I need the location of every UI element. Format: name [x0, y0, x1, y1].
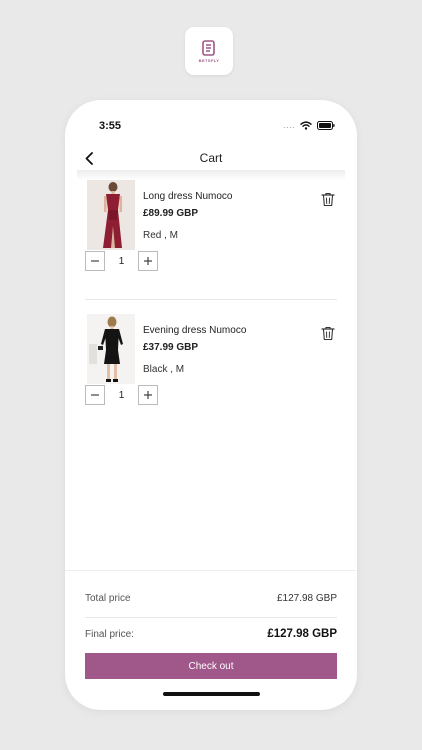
status-time: 3:55 [99, 120, 122, 132]
product-image[interactable] [87, 180, 135, 250]
product-image[interactable] [87, 314, 135, 384]
decrease-quantity-button[interactable] [85, 251, 105, 271]
product-price: £37.99 GBP [143, 342, 199, 353]
quantity-stepper: 1 [85, 385, 158, 405]
product-name: Long dress Numoco [143, 191, 233, 202]
checkout-button[interactable]: Check out [85, 653, 337, 679]
summary-divider [85, 617, 337, 618]
quantity-stepper: 1 [85, 251, 158, 271]
quantity-value: 1 [118, 255, 125, 267]
total-price-label: Total price [85, 593, 131, 604]
final-price-value: £127.98 GBP [267, 628, 337, 640]
total-price-row: Total price £127.98 GBP [85, 593, 337, 604]
increase-quantity-button[interactable] [138, 251, 158, 271]
quantity-value: 1 [118, 389, 125, 401]
trash-icon [321, 326, 335, 341]
battery-icon [317, 121, 335, 130]
status-icons: .... [283, 121, 335, 130]
signal-dots: .... [282, 120, 295, 130]
wifi-icon [300, 121, 312, 130]
plus-icon [144, 391, 152, 399]
home-indicator [163, 692, 260, 696]
app-logo-brand: BETSFLY [198, 57, 220, 63]
cart-list: Long dress Numoco £89.99 GBP Red , M 1 E… [85, 180, 337, 410]
status-bar: 3:55 .... [65, 100, 357, 144]
delete-item-button[interactable] [321, 192, 337, 208]
black-dress-image [87, 314, 135, 384]
cart-item: Evening dress Numoco £37.99 GBP Black , … [85, 300, 337, 410]
red-dress-image [87, 180, 135, 250]
final-price-row: Final price: £127.98 GBP [85, 628, 337, 640]
total-price-value: £127.98 GBP [276, 593, 337, 604]
app-logo: BETSFLY [185, 27, 233, 75]
minus-icon [91, 394, 99, 396]
cart-item: Long dress Numoco £89.99 GBP Red , M 1 [85, 180, 337, 300]
product-name: Evening dress Numoco [143, 325, 247, 336]
trash-icon [321, 192, 335, 207]
product-price: £89.99 GBP [143, 208, 199, 219]
decrease-quantity-button[interactable] [85, 385, 105, 405]
phone-frame: 3:55 .... Cart Long dress Numoco £89.99 … [65, 100, 357, 710]
page-title: Cart [199, 151, 223, 165]
nav-divider [77, 170, 345, 180]
order-summary: Total price £127.98 GBP Final price: £12… [65, 570, 357, 640]
final-price-label: Final price: [85, 628, 134, 640]
product-variant: Black , M [143, 364, 185, 375]
minus-icon [91, 260, 99, 262]
delete-item-button[interactable] [321, 326, 337, 342]
increase-quantity-button[interactable] [138, 385, 158, 405]
product-variant: Red , M [143, 230, 179, 241]
plus-icon [144, 257, 152, 265]
app-logo-icon [202, 39, 215, 56]
